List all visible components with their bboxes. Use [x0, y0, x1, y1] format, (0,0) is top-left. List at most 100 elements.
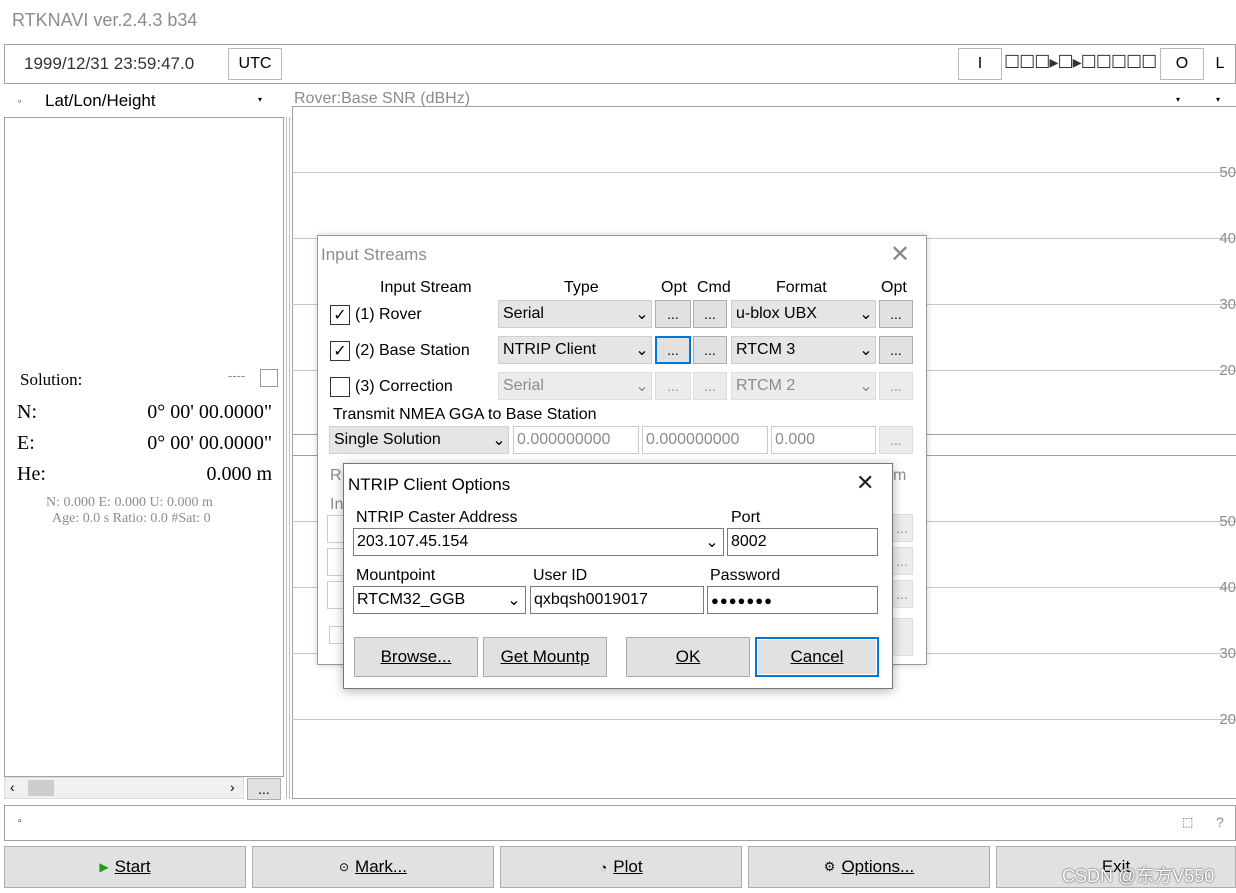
plot-button[interactable]: ◔ Plot	[500, 846, 742, 888]
watermark: CSDN @东方V550	[1062, 866, 1215, 886]
correction-type-select[interactable]: Serial ⌄	[498, 372, 652, 400]
password-field[interactable]: ●●●●●●●	[707, 586, 878, 614]
correction-checkbox[interactable]	[330, 377, 350, 397]
user-id-label: User ID	[533, 567, 588, 584]
output-indicator[interactable]: O	[1160, 48, 1204, 80]
port-label: Port	[731, 509, 761, 526]
plot-type-chevron-icon[interactable]: ▾	[1216, 95, 1220, 104]
mountpoint-combo[interactable]: RTCM32_GGB ⌄	[353, 586, 526, 614]
close-icon[interactable]: ✕	[890, 240, 910, 269]
scroll-thumb[interactable]	[28, 780, 54, 796]
port-field[interactable]: 8002	[727, 528, 878, 556]
rover-format-opt-button[interactable]: ...	[879, 300, 913, 328]
correction-cmd-button[interactable]: ...	[693, 372, 727, 400]
input-streams-title: Input Streams	[321, 245, 427, 264]
rover-checkbox[interactable]: ✓	[330, 305, 350, 325]
grid-line	[292, 172, 1236, 173]
message-bar	[4, 805, 1236, 841]
header-format: Format	[776, 279, 827, 296]
base-format-select[interactable]: RTCM 3 ⌄	[731, 336, 876, 364]
resize-icon[interactable]: ⬚	[1182, 815, 1193, 829]
datetime-display: 1999/12/31 23:59:47.0	[24, 54, 195, 73]
scroll-right-icon[interactable]: ›	[230, 779, 235, 795]
base-opt-button[interactable]: ...	[655, 336, 691, 364]
header-input-stream: Input Stream	[380, 279, 472, 296]
snr-tick-label: 30	[1219, 645, 1236, 662]
solution-stats-1: N: 0.000 E: 0.000 U: 0.000 m	[46, 495, 213, 510]
plot-icon: ◔	[599, 859, 608, 875]
snr-tick-label: 40	[1219, 230, 1236, 247]
chevron-down-icon: ⌄	[859, 306, 873, 323]
plot-options-chevron-icon[interactable]: ▾	[1176, 95, 1180, 104]
options-button[interactable]: ⚙ Options...	[748, 846, 990, 888]
chevron-down-icon[interactable]: ▾	[258, 95, 262, 104]
header-cmd: Cmd	[697, 279, 731, 296]
message-icon: ▫	[18, 816, 22, 827]
solution-label: Solution:	[20, 370, 83, 389]
help-icon[interactable]: ?	[1216, 814, 1224, 830]
snr-tick-label: 40	[1219, 579, 1236, 596]
chevron-down-icon: ⌄	[705, 534, 719, 551]
log-indicator[interactable]: L	[1204, 48, 1236, 80]
rover-format-select[interactable]: u-blox UBX ⌄	[731, 300, 876, 328]
left-panel-more-button[interactable]: ...	[247, 778, 281, 800]
he-label: He:	[17, 463, 46, 485]
chevron-down-icon: ⌄	[635, 342, 649, 359]
input-indicator[interactable]: I	[958, 48, 1002, 80]
stream-status-indicator: ☐☐☐▸☐▸☐☐☐☐☐	[1004, 52, 1157, 72]
ok-button[interactable]: OK	[626, 637, 750, 677]
play-icon: ▶	[99, 860, 109, 874]
base-format-opt-button[interactable]: ...	[879, 336, 913, 364]
hidden-label-m: m	[893, 467, 907, 484]
correction-format-select[interactable]: RTCM 2 ⌄	[731, 372, 876, 400]
cancel-button[interactable]: Cancel	[755, 637, 879, 677]
chevron-down-icon: ⌄	[492, 432, 506, 449]
chevron-down-icon: ⌄	[859, 342, 873, 359]
correction-format-opt-button[interactable]: ...	[879, 372, 913, 400]
rover-label: (1) Rover	[355, 306, 422, 323]
user-id-field[interactable]: qxbqsh0019017	[530, 586, 704, 614]
solution-format-dropdown[interactable]: Lat/Lon/Height	[45, 91, 156, 111]
nmea-mode-select[interactable]: Single Solution ⌄	[329, 426, 509, 454]
header-opt2: Opt	[881, 279, 907, 296]
check-icon: ✓	[333, 343, 347, 360]
base-checkbox[interactable]: ✓	[330, 341, 350, 361]
mark-button[interactable]: ⊙ Mark...	[252, 846, 494, 888]
e-value: 0° 00' 00.0000"	[147, 432, 272, 454]
nmea-pos-button[interactable]: ...	[879, 426, 913, 454]
panel-splitter[interactable]	[286, 117, 290, 799]
nmea-hgt-field[interactable]: 0.000	[771, 426, 876, 454]
app-title: RTKNAVI ver.2.4.3 b34	[12, 10, 198, 30]
timezone-button[interactable]: UTC	[228, 48, 282, 80]
password-label: Password	[710, 567, 781, 584]
close-icon[interactable]: ✕	[856, 470, 874, 496]
he-value: 0.000 m	[206, 463, 272, 485]
chevron-down-icon: ⌄	[507, 592, 521, 609]
hidden-label-in: In	[330, 496, 344, 513]
base-cmd-button[interactable]: ...	[693, 336, 727, 364]
correction-label: (3) Correction	[355, 378, 453, 395]
solution-checkbox[interactable]	[260, 369, 278, 387]
snr-tick-label: 20	[1219, 362, 1236, 379]
gear-icon: ⚙	[823, 859, 836, 874]
nmea-lon-field[interactable]: 0.000000000	[642, 426, 768, 454]
hidden-button: ...	[891, 547, 913, 575]
nmea-lat-field[interactable]: 0.000000000	[513, 426, 639, 454]
rover-opt-button[interactable]: ...	[655, 300, 691, 328]
browse-button[interactable]: Browse...	[354, 637, 478, 677]
snr-tick-label: 50	[1219, 164, 1236, 181]
hidden-label-r: R	[330, 467, 342, 484]
scroll-left-icon[interactable]: ‹	[10, 779, 15, 795]
caster-address-combo[interactable]: 203.107.45.154 ⌄	[353, 528, 724, 556]
header-type: Type	[564, 279, 599, 296]
e-label: E:	[17, 432, 35, 454]
n-label: N:	[17, 401, 37, 423]
nmea-gga-label: Transmit NMEA GGA to Base Station	[333, 406, 597, 423]
correction-opt-button[interactable]: ...	[655, 372, 691, 400]
left-panel-menu-icon[interactable]: ▫	[18, 96, 21, 106]
rover-type-select[interactable]: Serial ⌄	[498, 300, 652, 328]
get-mountpoint-button[interactable]: Get Mountp	[483, 637, 607, 677]
start-button[interactable]: ▶ Start	[4, 846, 246, 888]
base-type-select[interactable]: NTRIP Client ⌄	[498, 336, 652, 364]
rover-cmd-button[interactable]: ...	[693, 300, 727, 328]
